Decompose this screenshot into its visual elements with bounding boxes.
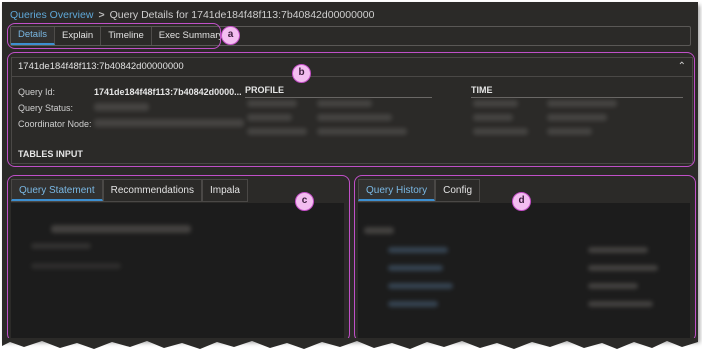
callout-c: c — [295, 192, 314, 211]
callout-a-outline — [7, 23, 221, 49]
callout-a: a — [221, 26, 240, 45]
breadcrumb-separator: > — [98, 9, 105, 21]
breadcrumb-current: Query Details for 1741de184f48f113:7b408… — [109, 9, 375, 21]
torn-edge — [2, 338, 698, 349]
breadcrumb: Queries Overview > Query Details for 1741d… — [10, 9, 374, 21]
callout-d: d — [512, 192, 531, 211]
callout-b-outline — [7, 52, 695, 167]
query-details-window: Queries Overview > Query Details for 1741d… — [2, 2, 698, 340]
breadcrumb-link-queries-overview[interactable]: Queries Overview — [10, 9, 93, 21]
callout-b: b — [292, 64, 311, 83]
